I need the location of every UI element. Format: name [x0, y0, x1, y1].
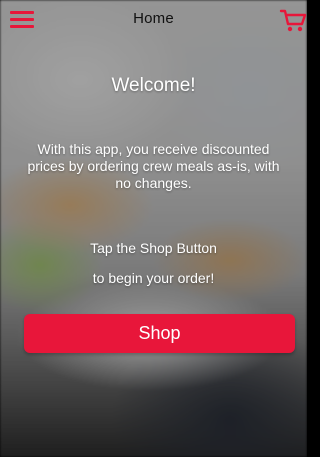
top-app-bar: Home — [0, 0, 307, 40]
shopping-cart-icon — [279, 9, 307, 32]
background-overlay — [0, 0, 307, 457]
instruction-line-2: to begin your order! — [92, 270, 215, 286]
shop-button[interactable]: Shop — [24, 314, 295, 353]
page-title: Home — [133, 10, 174, 27]
welcome-heading: Welcome! — [111, 75, 196, 96]
welcome-description: With this app, you receive discounted pr… — [27, 141, 280, 191]
cart-button[interactable] — [279, 8, 307, 34]
home-screen: Home Welcome! With this app, you receive… — [0, 0, 307, 457]
instruction-line-1: Tap the Shop Button — [90, 240, 217, 256]
